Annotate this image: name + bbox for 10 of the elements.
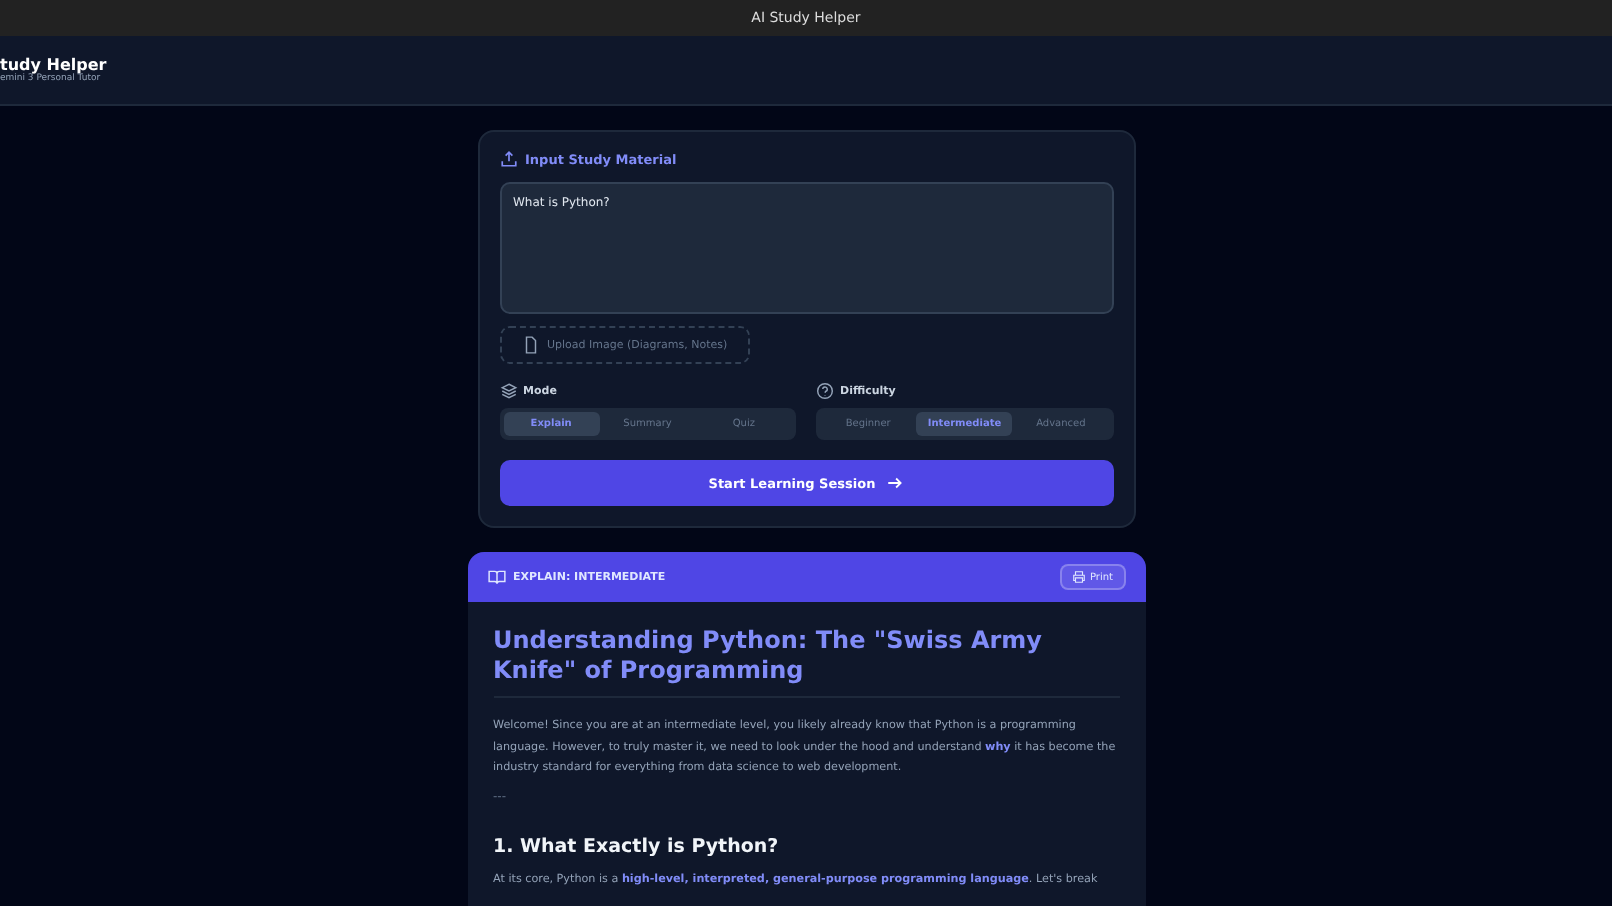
printer-icon bbox=[1071, 570, 1086, 584]
article-title: Understanding Python: The "Swiss Army Knife" of Programming bbox=[493, 626, 1119, 698]
document-icon bbox=[521, 336, 539, 354]
upload-icon bbox=[499, 150, 517, 168]
stack-icon bbox=[499, 382, 517, 400]
arrow-right-icon bbox=[885, 474, 904, 492]
book-icon bbox=[487, 568, 505, 586]
section-title: 1. What Exactly is Python? bbox=[493, 835, 781, 857]
app-title: tudy Helper bbox=[0, 56, 107, 74]
help-icon bbox=[816, 382, 834, 400]
